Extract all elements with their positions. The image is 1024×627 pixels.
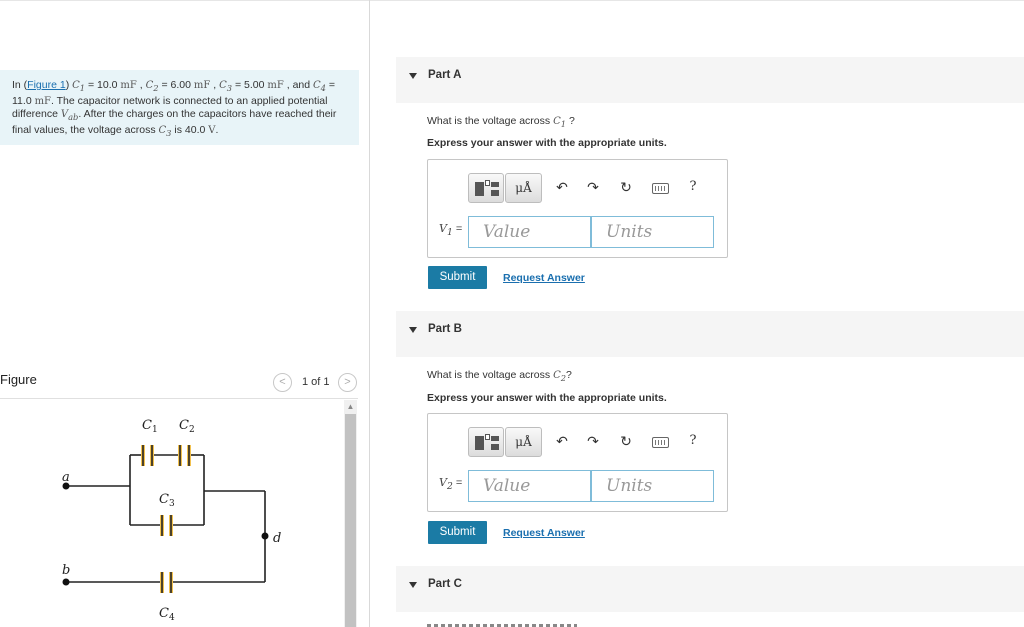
part-c-header[interactable]: Part C [396,566,1024,612]
part-a-question: What is the voltage across C1 ? [427,115,575,129]
node-label-d: d [273,531,281,546]
capacitor-c1 [141,445,154,466]
node-label-b: b [62,563,70,578]
part-c-question-cutoff [427,621,587,627]
collapse-caret-icon[interactable] [409,582,417,588]
part-b-instruction: Express your answer with the appropriate… [427,392,667,404]
help-icon[interactable]: ? [683,177,703,197]
part-a-submit-button[interactable]: Submit [428,266,487,289]
label-c1: C1 [142,418,158,435]
right-panel: Part A What is the voltage across C1 ? E… [371,0,1024,627]
units-icon[interactable]: μÅ [505,427,542,457]
reset-icon[interactable]: ↻ [616,431,636,451]
capacitor-c2 [178,445,191,466]
capacitor-c3 [160,515,173,536]
label-c4: C4 [159,606,175,623]
part-b-units-input[interactable]: Units [591,470,714,502]
figure-link[interactable]: Figure 1 [27,79,66,91]
capacitor-circuit-diagram: a b d C1 C2 C3 C4 [62,418,281,623]
redo-icon[interactable]: ↷ [583,177,603,197]
part-b-value-input[interactable]: Value [468,470,591,502]
templates-icon[interactable] [468,173,504,203]
part-a-answer-box: μÅ ↶ ↷ ↻ ? V1 = Value Units [427,159,728,258]
collapse-caret-icon[interactable] [409,73,417,79]
units-icon[interactable]: μÅ [505,173,542,203]
keyboard-icon[interactable] [652,183,669,194]
figure-divider [0,398,358,399]
part-b-question: What is the voltage across C2? [427,369,572,383]
part-a-header[interactable]: Part A [396,57,1024,103]
previous-figure-button[interactable]: < [273,373,292,392]
part-c-title: Part C [428,578,462,590]
part-a-request-answer-link[interactable]: Request Answer [503,272,585,284]
collapse-caret-icon[interactable] [409,327,417,333]
next-figure-button[interactable]: > [338,373,357,392]
help-icon[interactable]: ? [683,431,703,451]
node-label-a: a [62,470,70,485]
terminal-d [261,532,269,540]
part-b-submit-button[interactable]: Submit [428,521,487,544]
figure-title: Figure [0,372,37,387]
capacitor-c4 [160,572,173,593]
part-b-answer-box: μÅ ↶ ↷ ↻ ? V2 = Value Units [427,413,728,512]
part-a-units-input[interactable]: Units [591,216,714,248]
part-a-value-input[interactable]: Value [468,216,591,248]
part-b-title: Part B [428,323,462,335]
label-c2: C2 [179,418,195,435]
undo-icon[interactable]: ↶ [552,431,572,451]
terminal-b [62,578,70,586]
figure-scrollbar-thumb[interactable] [345,414,356,627]
problem-statement: In (Figure 1) C1 = 10.0 mF , C2 = 6.00 m… [0,70,359,145]
part-b-header[interactable]: Part B [396,311,1024,357]
label-c3: C3 [159,492,175,509]
part-a-instruction: Express your answer with the appropriate… [427,137,667,149]
redo-icon[interactable]: ↷ [583,431,603,451]
part-b-request-answer-link[interactable]: Request Answer [503,527,585,539]
reset-icon[interactable]: ↻ [616,177,636,197]
keyboard-icon[interactable] [652,437,669,448]
left-panel: In (Figure 1) C1 = 10.0 mF , C2 = 6.00 m… [0,0,370,627]
figure-pager-text: 1 of 1 [302,376,330,388]
part-b-variable-label: V2 = [439,476,463,493]
templates-icon[interactable] [468,427,504,457]
part-a-variable-label: V1 = [439,222,463,239]
part-a-title: Part A [428,69,462,81]
scroll-up-arrow-icon[interactable]: ▲ [344,401,357,413]
undo-icon[interactable]: ↶ [552,177,572,197]
